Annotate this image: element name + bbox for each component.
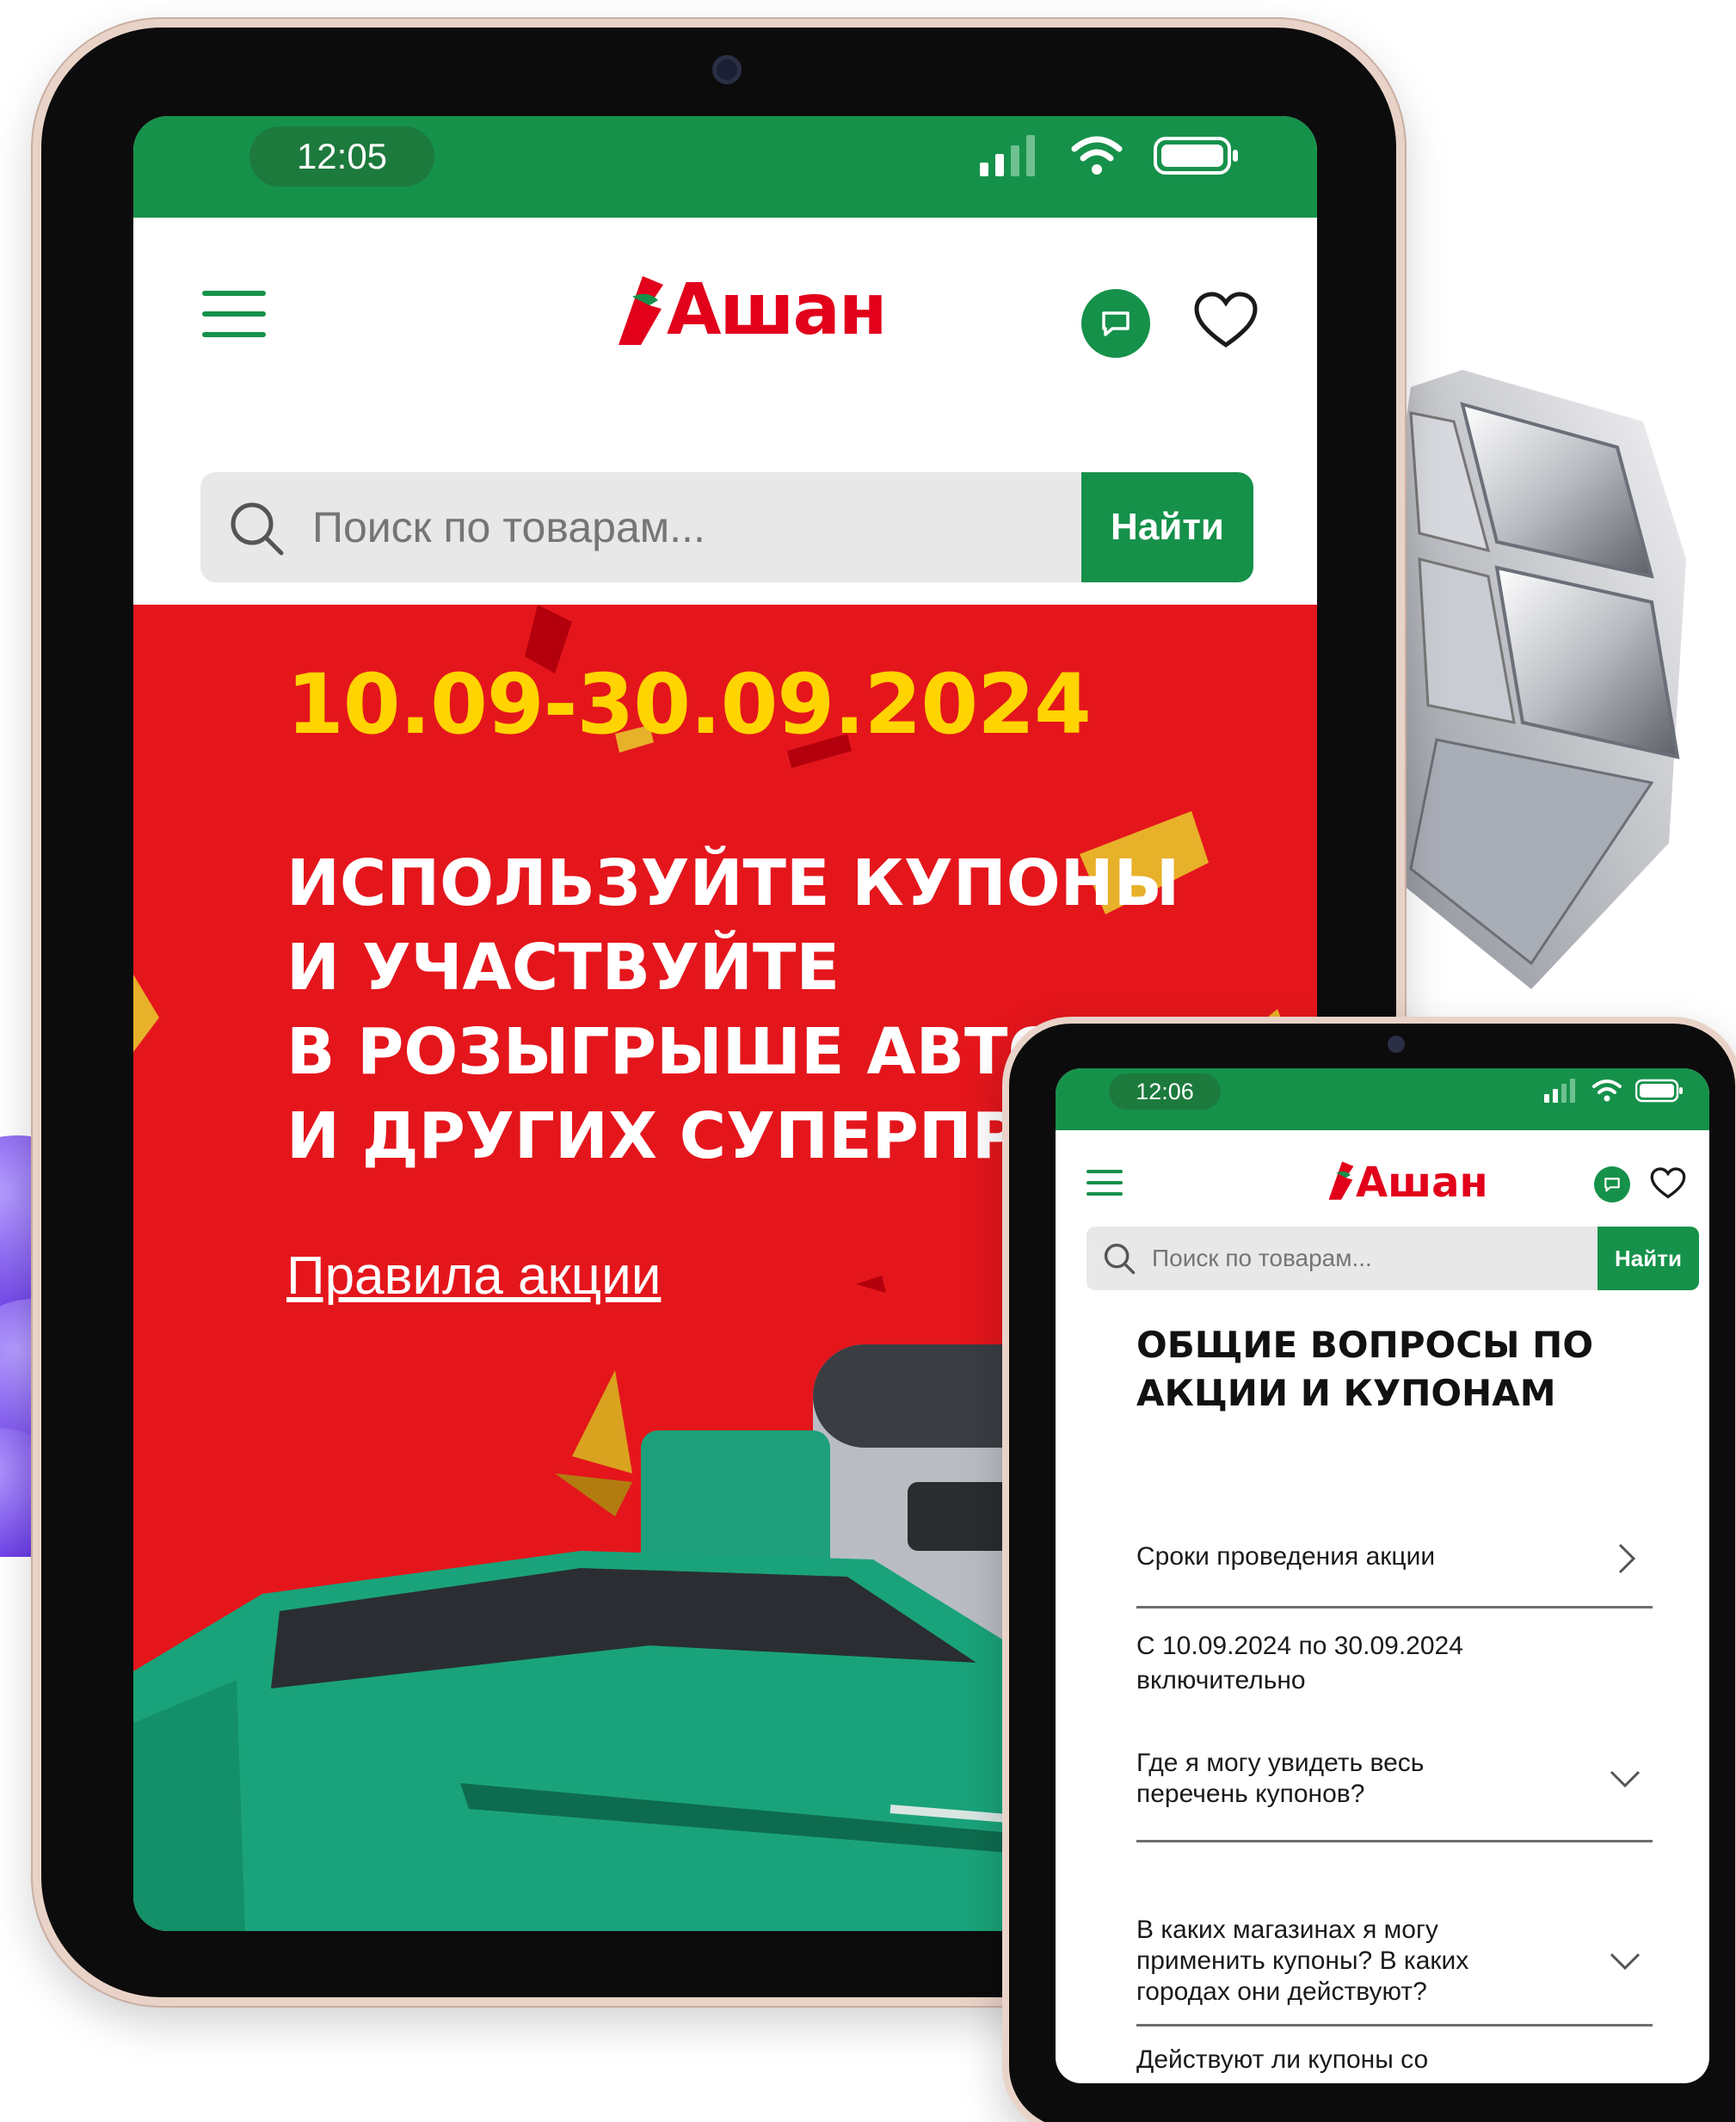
logo-text: Ашан <box>667 268 888 351</box>
faq-section-title: ОБЩИЕ ВОПРОСЫ ПО АКЦИИ И КУПОНАМ <box>1136 1324 1594 1414</box>
faq-item[interactable]: Где я могу увидеть весь перечень купонов… <box>1136 1748 1653 1842</box>
signal-icon <box>1544 1079 1575 1103</box>
tablet-camera <box>712 55 742 84</box>
bird-logo-icon <box>619 276 663 345</box>
battery-icon <box>1635 1079 1683 1103</box>
faq-question: Где я могу увидеть весь перечень купонов… <box>1136 1749 1425 1808</box>
auchan-logo[interactable]: Ашан <box>615 262 888 357</box>
faq-answer: С 10.09.2024 по 30.09.2024 включительно <box>1136 1632 1463 1695</box>
faq-question: В каких магазинах я могу применить купон… <box>1136 1916 1469 2006</box>
hamburger-icon[interactable] <box>202 291 266 337</box>
search-icon <box>1104 1243 1136 1275</box>
phone-status-bar: 12:06 <box>1056 1068 1709 1130</box>
chat-button[interactable] <box>1594 1166 1630 1202</box>
status-time: 12:05 <box>249 126 434 187</box>
site-header: Ашан Найти <box>133 218 1317 605</box>
promo-rules-link[interactable]: Правила акции <box>286 1246 661 1307</box>
phone-status-time: 12:06 <box>1109 1073 1221 1110</box>
hamburger-icon[interactable] <box>1087 1170 1123 1196</box>
chevron-right-icon <box>1618 1543 1636 1574</box>
search-button[interactable]: Найти <box>1081 472 1253 582</box>
search-input[interactable] <box>312 472 1069 582</box>
phone-status-icons <box>1544 1079 1684 1103</box>
battery-icon <box>1154 137 1238 175</box>
chevron-down-icon <box>1610 1770 1641 1788</box>
search-input[interactable] <box>1152 1227 1582 1290</box>
faq-question-cut: Действуют ли купоны со <box>1136 2045 1429 2074</box>
chat-button[interactable] <box>1081 289 1150 358</box>
auchan-logo[interactable]: Ашан <box>1327 1159 1488 1207</box>
heart-icon[interactable] <box>1191 286 1260 355</box>
phone-screen: 12:06 Ашан Поиск по товарам... Найти ОБЩ… <box>1056 1068 1709 2083</box>
phone-device: 12:06 Ашан Поиск по товарам... Найти ОБЩ… <box>1002 1017 1736 2122</box>
chevron-down-icon <box>1610 1953 1641 1971</box>
search-button[interactable]: Найти <box>1597 1227 1699 1290</box>
status-bar: 12:05 <box>133 116 1317 218</box>
search-bar: Найти <box>1087 1227 1699 1290</box>
chat-icon <box>1604 1178 1620 1192</box>
headline-line: ИСПОЛЬЗУЙТЕ КУПОНЫ <box>286 846 1180 920</box>
chat-icon <box>1102 311 1130 336</box>
bird-logo-icon <box>1328 1161 1354 1200</box>
faq-question: Сроки проведения акции <box>1136 1542 1436 1571</box>
phone-camera <box>1388 1036 1405 1053</box>
search-bar: Найти <box>200 472 1253 582</box>
wifi-icon <box>1592 1079 1622 1102</box>
wifi-icon <box>1071 136 1123 175</box>
logo-text: Ашан <box>1356 1159 1488 1207</box>
signal-icon <box>980 135 1035 176</box>
status-icons <box>980 135 1240 176</box>
headline-line: И УЧАСТВУЙТЕ <box>286 931 840 1005</box>
search-icon <box>231 502 284 556</box>
heart-icon[interactable] <box>1649 1165 1687 1202</box>
faq-item[interactable]: В каких магазинах я могу применить купон… <box>1136 1915 1653 2027</box>
faq-item[interactable]: Сроки проведения акции <box>1136 1541 1653 1608</box>
promo-dates: 10.09-30.09.2024 <box>286 656 1092 753</box>
decorative-cube <box>1376 370 1686 989</box>
